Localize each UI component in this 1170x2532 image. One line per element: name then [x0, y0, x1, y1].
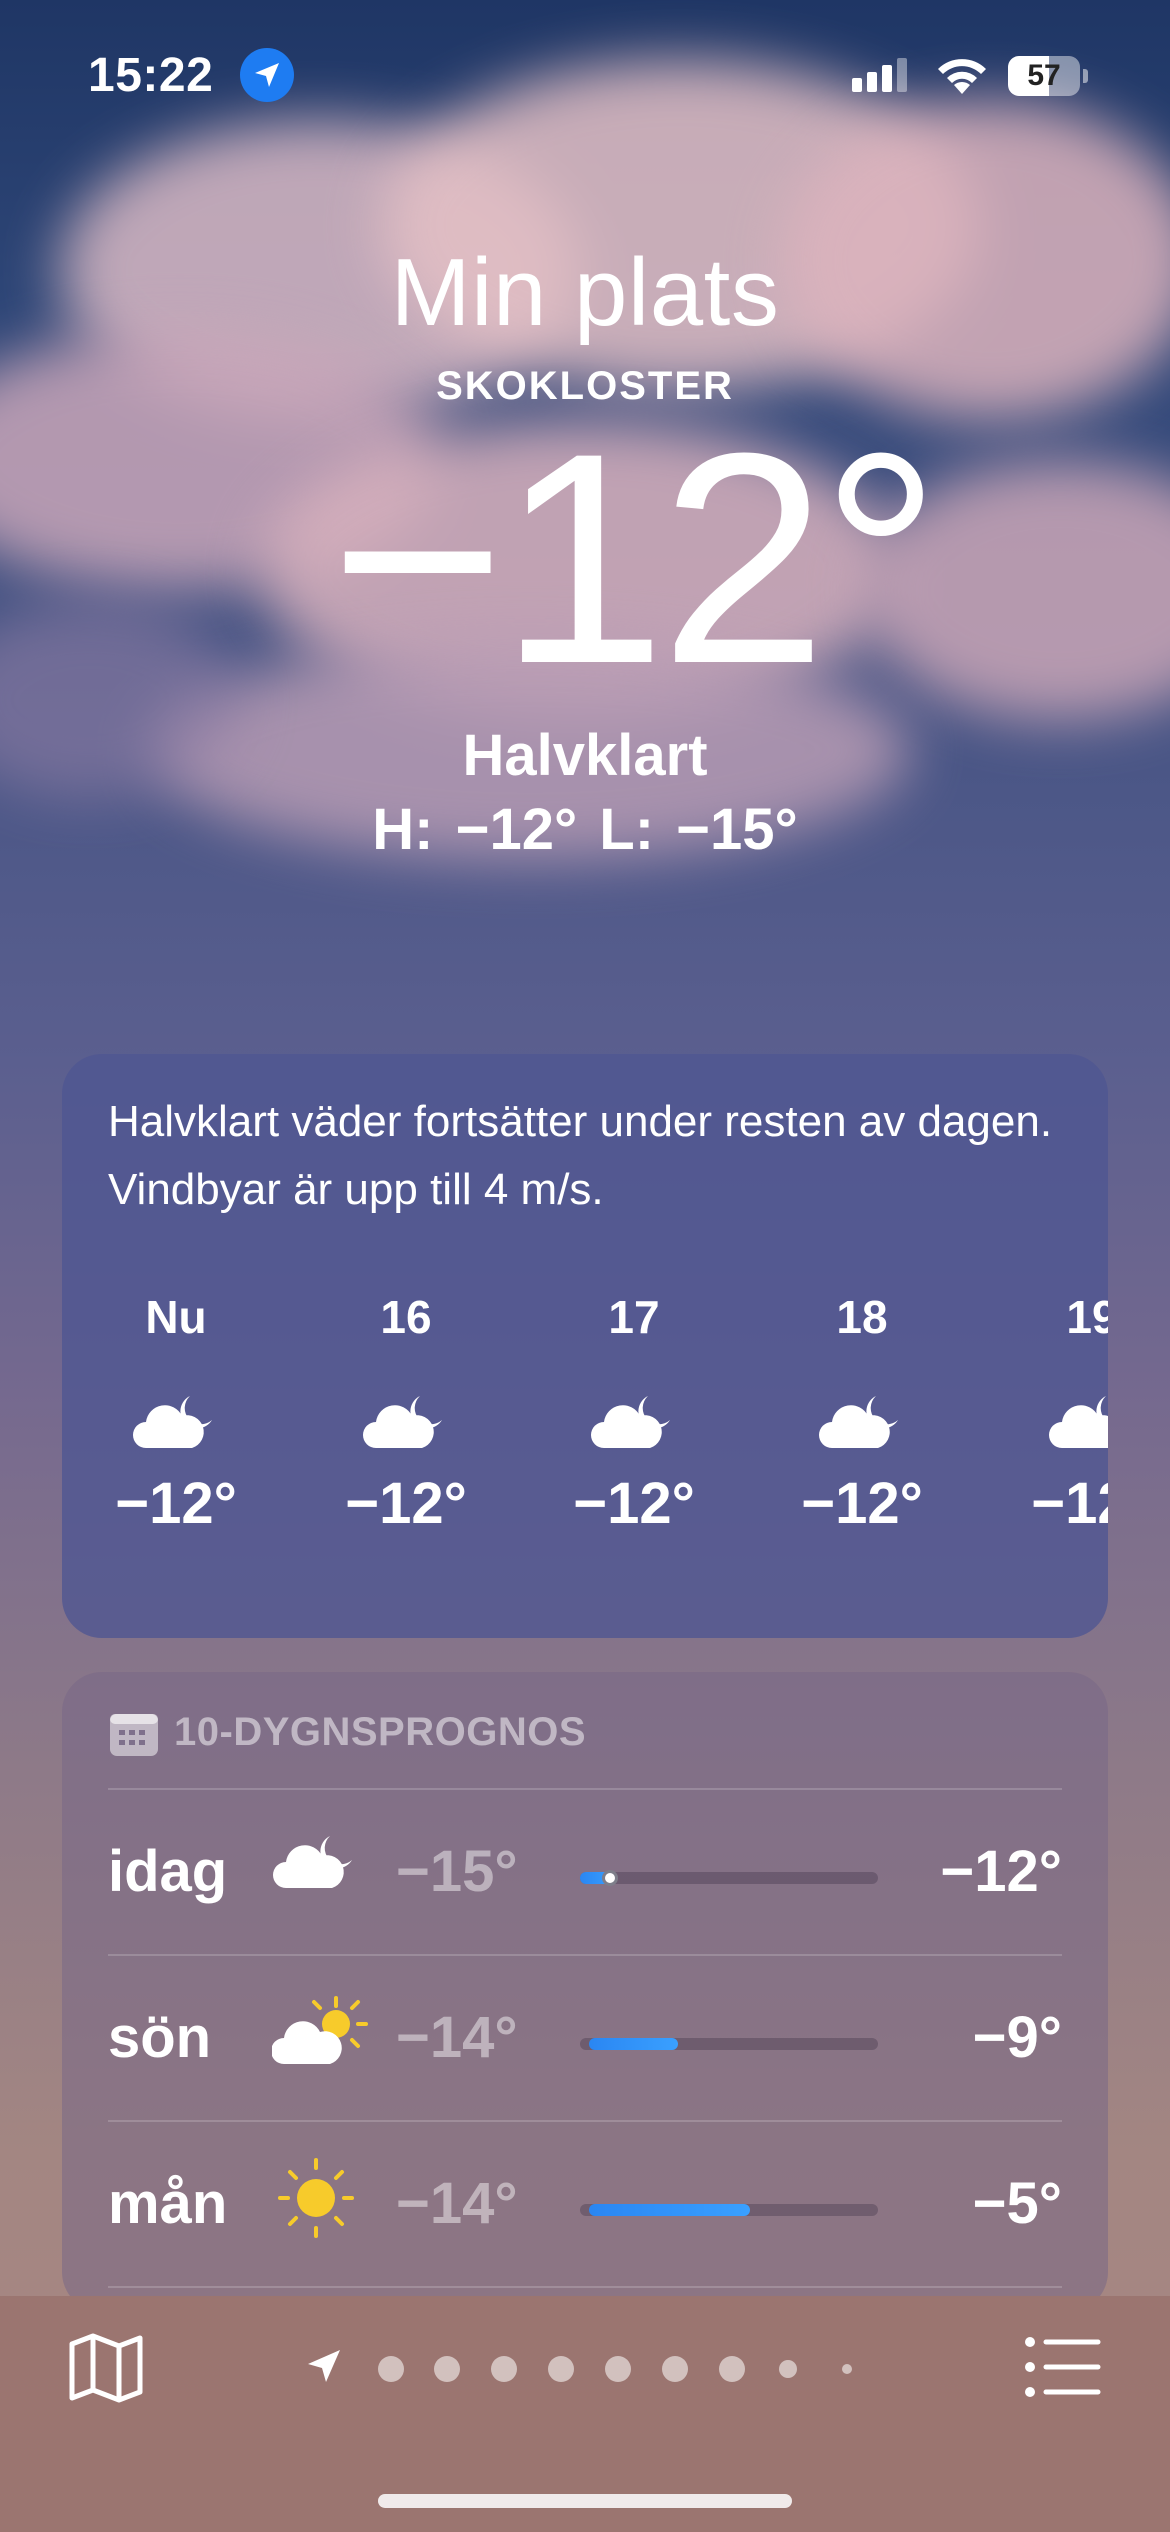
- location-title: Min plats: [390, 239, 780, 346]
- map-icon[interactable]: [66, 2328, 146, 2408]
- cloud-moon-icon: [1049, 1396, 1108, 1448]
- current-location-page-icon[interactable]: [306, 2348, 342, 2384]
- cloud-sun-icon: [272, 1996, 368, 2064]
- page-dot[interactable]: [548, 2356, 574, 2382]
- location-services-icon: [240, 48, 294, 102]
- page-dot[interactable]: [842, 2364, 852, 2374]
- hourly-forecast-card[interactable]: Halvklart väder fortsätter under resten …: [62, 1054, 1108, 1638]
- list-icon[interactable]: [1022, 2332, 1102, 2402]
- page-dot[interactable]: [605, 2356, 631, 2382]
- day-low-temperature: −15°: [396, 1839, 518, 1904]
- cloud-moon-icon: [819, 1396, 898, 1448]
- day-low-temperature: −14°: [396, 2171, 518, 2236]
- current-temperature-marker: [601, 1870, 618, 1886]
- battery-icon: 57: [1008, 56, 1088, 96]
- hourly-list[interactable]: Nu −12° 16 −12° 17 −12° 18 −12° 19 −1: [62, 1290, 1108, 1620]
- high-low-temperature: H: −12° L: −15°: [372, 797, 798, 862]
- temperature-range-fill: [588, 2204, 750, 2216]
- current-temperature: −12°: [330, 390, 941, 726]
- cloud-moon-icon: [363, 1396, 442, 1448]
- hour-temperature: −12°: [115, 1471, 237, 1536]
- hour-item: 16 −12°: [336, 1290, 476, 1610]
- hour-item: 19 −12°: [1022, 1290, 1108, 1610]
- cloud-moon-icon: [591, 1396, 670, 1448]
- daily-forecast-title: 10-DYGNSPROGNOS: [174, 1710, 587, 1754]
- hour-label: Nu: [145, 1291, 207, 1343]
- cellular-signal-icon: [852, 58, 907, 92]
- cloud-moon-icon: [133, 1396, 212, 1448]
- page-dot[interactable]: [378, 2356, 404, 2382]
- page-dot[interactable]: [719, 2356, 745, 2382]
- day-name: idag: [108, 1839, 228, 1904]
- status-time: 15:22: [88, 49, 214, 102]
- temperature-range-fill: [588, 2038, 679, 2050]
- forecast-summary: Halvklart väder fortsätter under resten …: [108, 1097, 1053, 1214]
- page-dot[interactable]: [491, 2356, 517, 2382]
- day-high-temperature: −5°: [972, 2171, 1062, 2236]
- status-bar: 15:22 57: [0, 40, 1170, 120]
- day-row[interactable]: idag −15° −12°: [62, 1790, 1108, 1954]
- hour-label: 16: [380, 1291, 432, 1343]
- page-indicator[interactable]: [306, 2336, 866, 2396]
- sun-icon: [278, 2158, 354, 2238]
- temperature-range-bar: [580, 2038, 878, 2050]
- hour-label: 18: [836, 1291, 888, 1343]
- wifi-icon: [938, 59, 986, 94]
- day-name: mån: [108, 2171, 228, 2236]
- temperature-range-bar: [580, 2204, 878, 2216]
- daily-forecast-card[interactable]: 10-DYGNSPROGNOS idag −15° −12° sön −14°: [62, 1672, 1108, 2312]
- divider: [108, 2286, 1062, 2288]
- home-indicator[interactable]: [378, 2494, 792, 2508]
- hour-item: Nu −12°: [106, 1290, 246, 1610]
- calendar-icon: [110, 1714, 158, 1756]
- hour-item: 17 −12°: [564, 1290, 704, 1610]
- bottom-toolbar: [0, 2296, 1170, 2532]
- day-row[interactable]: mån −14° −5°: [62, 2122, 1108, 2286]
- hour-temperature: −12°: [345, 1471, 467, 1536]
- hour-item: 18 −12°: [792, 1290, 932, 1610]
- hour-temperature: −12°: [573, 1471, 695, 1536]
- battery-level: 57: [1027, 59, 1061, 92]
- hour-temperature: −12°: [801, 1471, 923, 1536]
- day-high-temperature: −9°: [972, 2005, 1062, 2070]
- day-row[interactable]: sön −14° −9°: [62, 1956, 1108, 2120]
- temperature-range-bar: [580, 1870, 878, 1886]
- page-dot[interactable]: [779, 2360, 797, 2378]
- day-high-temperature: −12°: [940, 1839, 1062, 1904]
- hour-label: 19: [1066, 1291, 1108, 1343]
- page-dot[interactable]: [662, 2356, 688, 2382]
- current-condition: Halvklart: [462, 723, 708, 788]
- cloud-moon-icon: [273, 1836, 352, 1888]
- hour-label: 17: [608, 1291, 660, 1343]
- hour-temperature: −12°: [1031, 1471, 1108, 1536]
- page-dot[interactable]: [434, 2356, 460, 2382]
- day-name: sön: [108, 2005, 212, 2070]
- day-low-temperature: −14°: [396, 2005, 518, 2070]
